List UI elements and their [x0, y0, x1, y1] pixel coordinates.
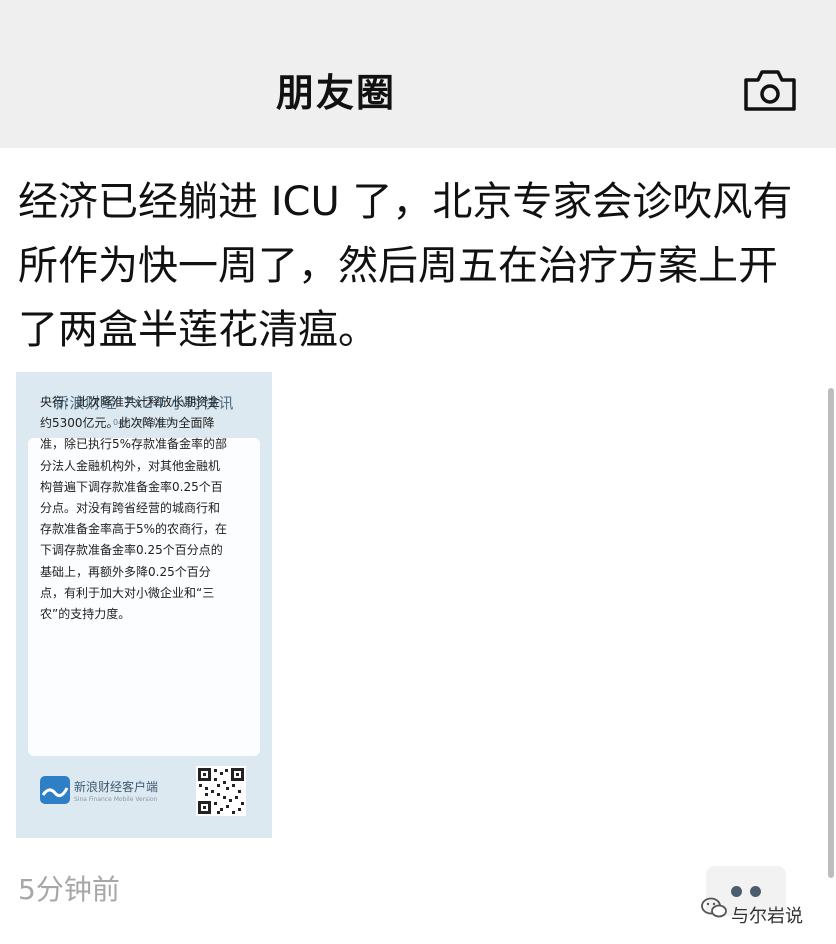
post-timestamp: 5分钟前	[18, 873, 120, 906]
watermark-text: 与尔岩说	[731, 906, 803, 927]
top-bar: 朋友圈	[0, 0, 836, 148]
qr-code	[196, 766, 246, 816]
watermark: 与尔岩说	[700, 896, 830, 930]
sina-finance-logo	[40, 776, 70, 804]
camera-icon[interactable]	[743, 68, 797, 112]
card-body-text: 央行：此次降准共计释放长期资金约5300亿元。此次降准为全面降准，除已执行5%存…	[40, 395, 228, 622]
shared-image-card[interactable]: 新浪财经 7x24 小时快讯 04月15日 18:16 央行：此次降准共计释放长…	[16, 372, 272, 838]
page-title: 朋友圈	[275, 71, 396, 115]
scrollbar[interactable]	[828, 388, 834, 878]
wechat-icon	[701, 897, 727, 918]
post-text: 经济已经躺进 ICU 了，北京专家会诊吹风有所作为快一周了，然后周五在治疗方案上…	[18, 179, 793, 353]
card-footer-en: Sina Finance Mobile Version	[74, 796, 158, 803]
card-footer-name: 新浪财经客户端	[74, 780, 159, 794]
